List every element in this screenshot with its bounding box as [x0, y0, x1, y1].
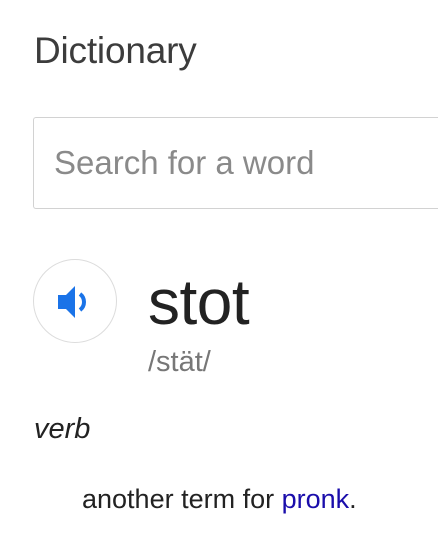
search-box[interactable] — [33, 117, 438, 209]
part-of-speech: verb — [34, 413, 91, 445]
search-input[interactable] — [54, 140, 434, 186]
speaker-volume-icon — [58, 286, 86, 318]
definition-suffix: . — [349, 484, 357, 514]
definition-prefix: another term for — [82, 484, 282, 514]
phonetic-spelling: /stät/ — [148, 346, 211, 378]
definition-link[interactable]: pronk — [282, 484, 350, 514]
definition-text: another term for pronk. — [82, 479, 357, 519]
pronunciation-audio-button[interactable] — [33, 259, 117, 343]
page-title: Dictionary — [34, 30, 197, 71]
headword: stot — [148, 266, 250, 338]
